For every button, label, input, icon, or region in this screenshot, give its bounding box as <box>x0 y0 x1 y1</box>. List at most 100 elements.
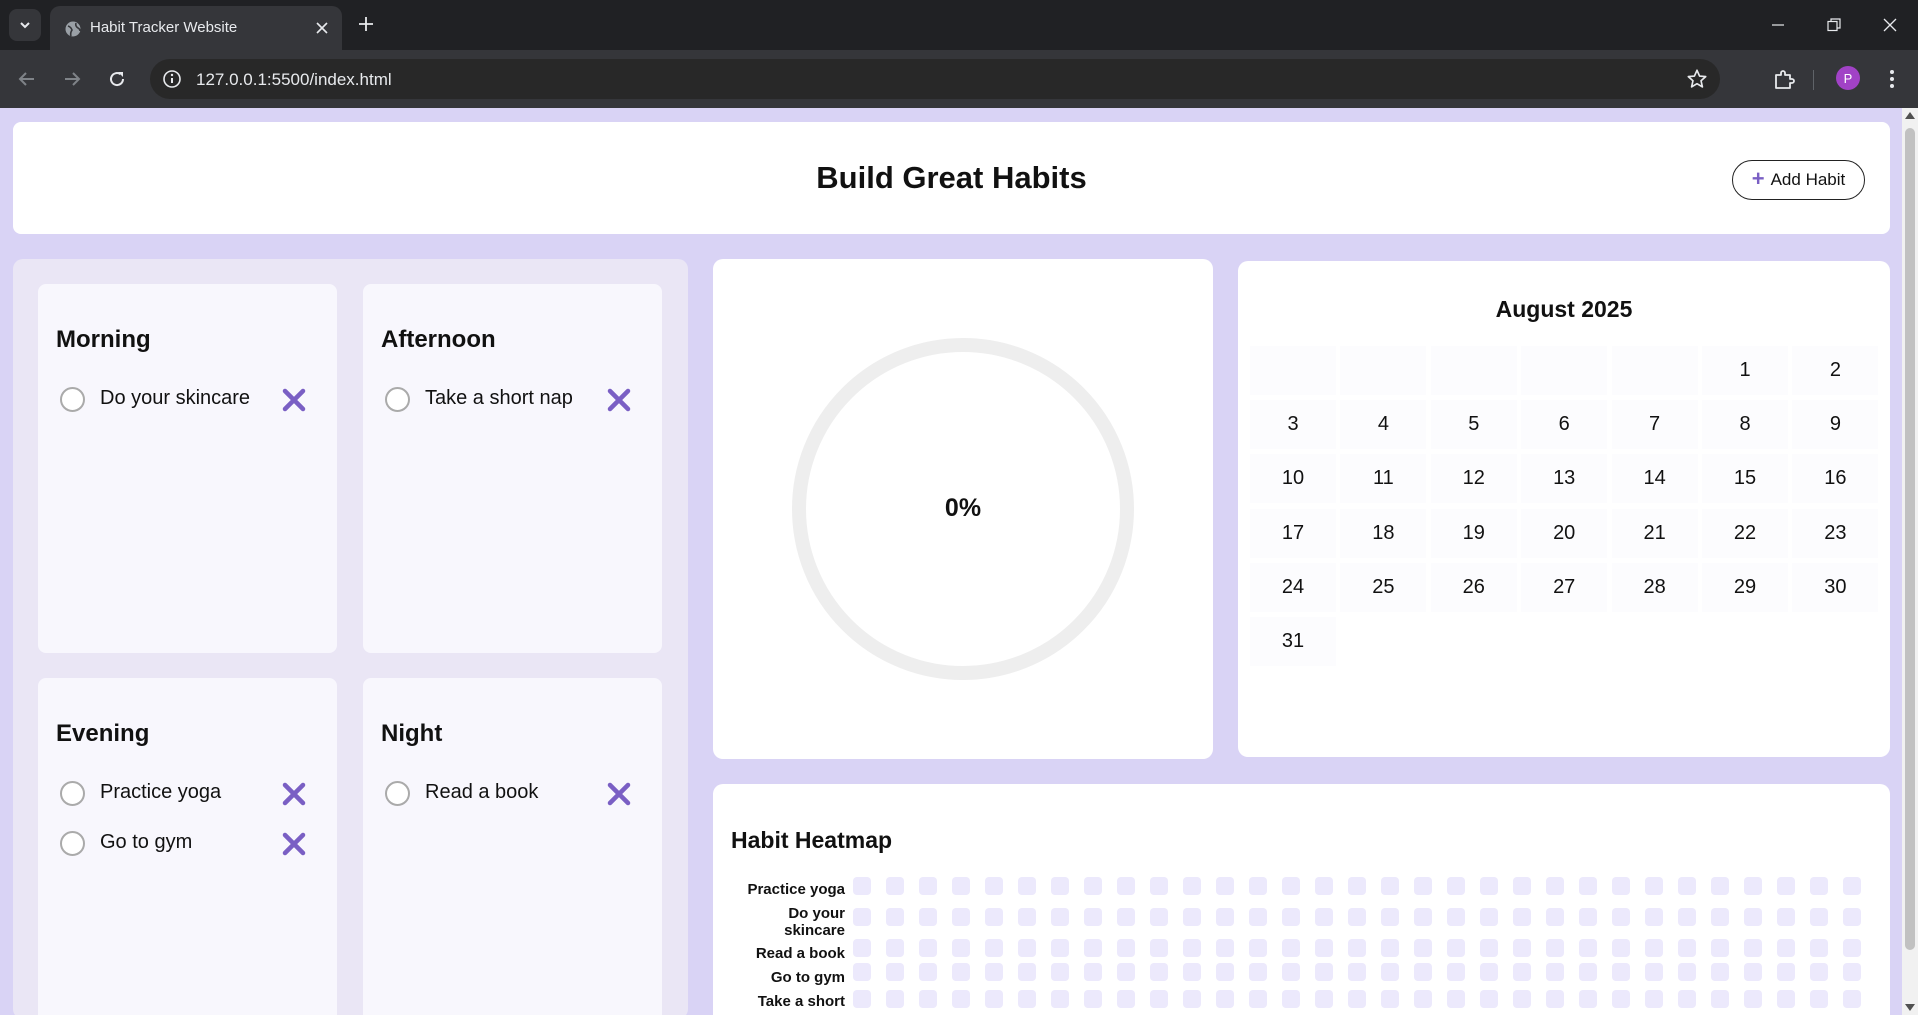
heatmap-cell[interactable] <box>1414 990 1432 1008</box>
calendar-day[interactable]: 3 <box>1250 400 1336 450</box>
delete-habit-icon[interactable] <box>280 780 308 808</box>
calendar-day[interactable]: 13 <box>1521 454 1608 504</box>
calendar-day[interactable]: 27 <box>1521 562 1608 612</box>
heatmap-cell[interactable] <box>1183 963 1201 981</box>
calendar-day[interactable]: 9 <box>1792 400 1879 450</box>
heatmap-cell[interactable] <box>1018 908 1036 926</box>
heatmap-cell[interactable] <box>886 990 904 1008</box>
heatmap-cell[interactable] <box>1348 990 1366 1008</box>
habit-checkbox[interactable] <box>60 781 85 806</box>
heatmap-cell[interactable] <box>1678 990 1696 1008</box>
heatmap-cell[interactable] <box>1381 990 1399 1008</box>
minimize-button[interactable] <box>1758 10 1798 40</box>
heatmap-cell[interactable] <box>919 963 937 981</box>
calendar-day[interactable]: 28 <box>1611 562 1698 612</box>
calendar-day[interactable]: 4 <box>1340 400 1427 450</box>
calendar-day[interactable]: 20 <box>1521 508 1608 558</box>
calendar-day[interactable]: 23 <box>1792 508 1879 558</box>
scrollbar-thumb[interactable] <box>1905 128 1915 950</box>
heatmap-cell[interactable] <box>1084 963 1102 981</box>
heatmap-cell[interactable] <box>1249 990 1267 1008</box>
heatmap-cell[interactable] <box>1678 908 1696 926</box>
heatmap-cell[interactable] <box>952 990 970 1008</box>
heatmap-cell[interactable] <box>1018 877 1036 895</box>
calendar-day[interactable]: 2 <box>1792 346 1879 395</box>
heatmap-cell[interactable] <box>1612 939 1630 957</box>
heatmap-cell[interactable] <box>1084 939 1102 957</box>
habit-checkbox[interactable] <box>60 831 85 856</box>
heatmap-cell[interactable] <box>1513 908 1531 926</box>
heatmap-cell[interactable] <box>1117 939 1135 957</box>
heatmap-cell[interactable] <box>1447 990 1465 1008</box>
heatmap-cell[interactable] <box>1447 877 1465 895</box>
heatmap-cell[interactable] <box>1216 908 1234 926</box>
heatmap-cell[interactable] <box>1216 939 1234 957</box>
heatmap-cell[interactable] <box>1381 963 1399 981</box>
heatmap-cell[interactable] <box>1546 908 1564 926</box>
heatmap-cell[interactable] <box>919 990 937 1008</box>
heatmap-cell[interactable] <box>952 908 970 926</box>
heatmap-cell[interactable] <box>1018 939 1036 957</box>
heatmap-cell[interactable] <box>1843 990 1861 1008</box>
heatmap-cell[interactable] <box>1150 990 1168 1008</box>
habit-checkbox[interactable] <box>60 387 85 412</box>
heatmap-cell[interactable] <box>1513 963 1531 981</box>
heatmap-cell[interactable] <box>1480 908 1498 926</box>
calendar-day[interactable]: 24 <box>1250 562 1336 612</box>
heatmap-cell[interactable] <box>1843 908 1861 926</box>
heatmap-cell[interactable] <box>1150 877 1168 895</box>
heatmap-cell[interactable] <box>1249 939 1267 957</box>
heatmap-cell[interactable] <box>1051 908 1069 926</box>
heatmap-cell[interactable] <box>1744 990 1762 1008</box>
heatmap-cell[interactable] <box>1414 963 1432 981</box>
calendar-day[interactable]: 22 <box>1702 508 1788 558</box>
heatmap-cell[interactable] <box>919 908 937 926</box>
calendar-day[interactable]: 10 <box>1250 454 1336 504</box>
heatmap-cell[interactable] <box>1612 990 1630 1008</box>
heatmap-cell[interactable] <box>1381 877 1399 895</box>
heatmap-cell[interactable] <box>1051 990 1069 1008</box>
heatmap-cell[interactable] <box>1579 877 1597 895</box>
heatmap-cell[interactable] <box>1678 877 1696 895</box>
heatmap-cell[interactable] <box>1777 908 1795 926</box>
heatmap-cell[interactable] <box>1117 963 1135 981</box>
heatmap-cell[interactable] <box>1348 908 1366 926</box>
heatmap-cell[interactable] <box>1843 877 1861 895</box>
heatmap-cell[interactable] <box>1183 877 1201 895</box>
calendar-day[interactable]: 17 <box>1250 508 1336 558</box>
browser-menu-button[interactable] <box>1880 63 1904 95</box>
forward-button[interactable] <box>56 63 88 95</box>
heatmap-cell[interactable] <box>853 963 871 981</box>
heatmap-cell[interactable] <box>1282 990 1300 1008</box>
heatmap-cell[interactable] <box>1117 877 1135 895</box>
heatmap-cell[interactable] <box>1612 877 1630 895</box>
heatmap-cell[interactable] <box>1513 877 1531 895</box>
heatmap-cell[interactable] <box>1777 990 1795 1008</box>
heatmap-cell[interactable] <box>1084 877 1102 895</box>
calendar-day[interactable]: 5 <box>1430 400 1517 450</box>
heatmap-cell[interactable] <box>1447 963 1465 981</box>
heatmap-cell[interactable] <box>1414 908 1432 926</box>
heatmap-cell[interactable] <box>1645 877 1663 895</box>
heatmap-cell[interactable] <box>985 877 1003 895</box>
heatmap-cell[interactable] <box>1612 963 1630 981</box>
heatmap-cell[interactable] <box>1612 908 1630 926</box>
heatmap-cell[interactable] <box>1843 963 1861 981</box>
habit-checkbox[interactable] <box>385 387 410 412</box>
heatmap-cell[interactable] <box>853 939 871 957</box>
heatmap-cell[interactable] <box>1744 877 1762 895</box>
heatmap-cell[interactable] <box>1579 908 1597 926</box>
heatmap-cell[interactable] <box>1810 908 1828 926</box>
heatmap-cell[interactable] <box>1711 963 1729 981</box>
calendar-day[interactable]: 31 <box>1250 617 1336 666</box>
tab-close-button[interactable] <box>312 18 332 38</box>
heatmap-cell[interactable] <box>1315 908 1333 926</box>
heatmap-cell[interactable] <box>1810 939 1828 957</box>
scroll-down-arrow-icon[interactable] <box>1905 1004 1915 1011</box>
heatmap-cell[interactable] <box>1150 908 1168 926</box>
heatmap-cell[interactable] <box>1744 939 1762 957</box>
heatmap-cell[interactable] <box>952 939 970 957</box>
heatmap-cell[interactable] <box>919 877 937 895</box>
tab-search-button[interactable] <box>9 9 41 41</box>
heatmap-cell[interactable] <box>1216 963 1234 981</box>
